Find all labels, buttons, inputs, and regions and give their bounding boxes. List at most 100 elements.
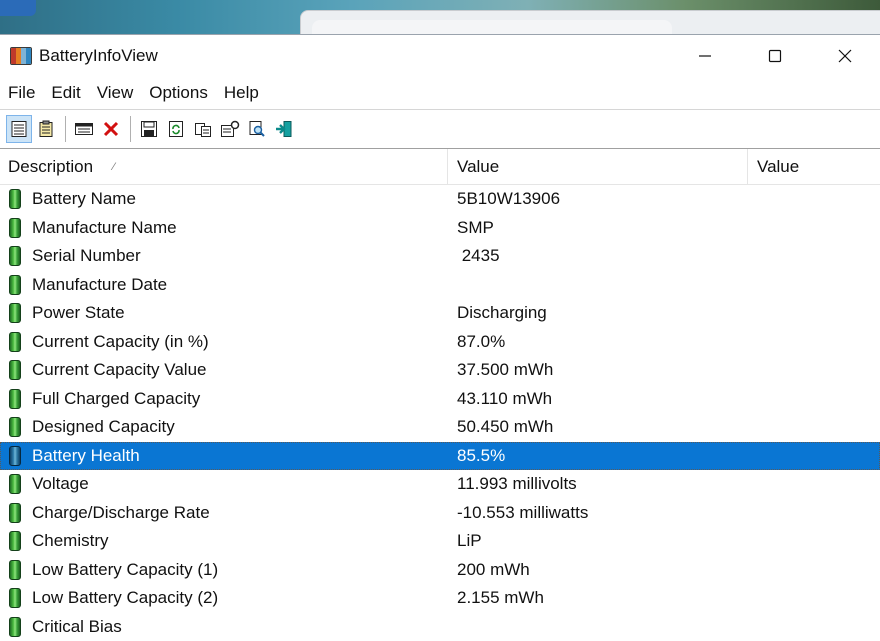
minimize-button[interactable]	[670, 35, 740, 77]
battery-icon	[9, 389, 21, 409]
battery-icon	[9, 446, 21, 466]
battery-icon	[9, 417, 21, 437]
column-header-value-2[interactable]: Value	[748, 149, 880, 184]
description-text: Manufacture Date	[32, 275, 167, 295]
battery-app-icon	[10, 47, 32, 65]
description-cell: Low Battery Capacity (1)	[0, 560, 448, 580]
table-row[interactable]: Manufacture Date	[0, 271, 880, 300]
description-cell: Current Capacity (in %)	[0, 332, 448, 352]
value-cell: 5B10W13906	[448, 189, 748, 209]
toolbar-separator	[130, 116, 131, 142]
toolbar-separator	[65, 116, 66, 142]
refresh-button[interactable]	[163, 115, 189, 143]
battery-icon	[9, 531, 21, 551]
save-icon	[140, 120, 158, 138]
table-row[interactable]: ChemistryLiP	[0, 527, 880, 556]
table-row[interactable]: Manufacture Name SMP	[0, 214, 880, 243]
refresh-icon	[167, 120, 185, 138]
description-cell: Low Battery Capacity (2)	[0, 588, 448, 608]
value-cell: 2435	[448, 246, 748, 266]
exit-icon	[274, 120, 294, 138]
app-window: BatteryInfoView File Edit View Options H…	[0, 34, 880, 640]
description-cell: Battery Health	[0, 446, 448, 466]
battery-icon	[9, 503, 21, 523]
copy-icon	[194, 120, 212, 138]
table-row[interactable]: Voltage 11.993 millivolts	[0, 470, 880, 499]
properties-button[interactable]	[217, 115, 243, 143]
table-row[interactable]: Low Battery Capacity (1)200 mWh	[0, 556, 880, 585]
table-row[interactable]: Serial Number 2435	[0, 242, 880, 271]
close-icon	[837, 48, 853, 64]
menu-help[interactable]: Help	[216, 83, 267, 103]
background-app-icon	[0, 0, 36, 16]
table-row[interactable]: Battery Name 5B10W13906	[0, 185, 880, 214]
columns-icon	[74, 120, 94, 138]
table-row[interactable]: Current Capacity (in %)87.0%	[0, 328, 880, 357]
menu-edit[interactable]: Edit	[43, 83, 88, 103]
column-header-label: Description	[8, 157, 93, 177]
table-row[interactable]: Critical Bias	[0, 613, 880, 641]
toolbar	[0, 109, 880, 149]
description-cell: Manufacture Name	[0, 218, 448, 238]
battery-icon	[9, 218, 21, 238]
battery-icon	[9, 617, 21, 637]
column-header-description[interactable]: Description ⁄	[0, 149, 448, 184]
save-button[interactable]	[136, 115, 162, 143]
description-text: Critical Bias	[32, 617, 122, 637]
table-row[interactable]: Battery Health85.5%	[0, 442, 880, 471]
battery-icon	[9, 189, 21, 209]
column-header-value[interactable]: Value	[448, 149, 748, 184]
find-icon	[248, 120, 266, 138]
columns-button[interactable]	[71, 115, 97, 143]
find-button[interactable]	[244, 115, 270, 143]
table-row[interactable]: Power StateDischarging	[0, 299, 880, 328]
battery-icon	[9, 246, 21, 266]
table-row[interactable]: Current Capacity Value37.500 mWh	[0, 356, 880, 385]
battery-icon	[9, 303, 21, 323]
menu-view[interactable]: View	[89, 83, 142, 103]
value-cell: SMP	[448, 218, 748, 238]
delete-button[interactable]	[98, 115, 124, 143]
description-text: Full Charged Capacity	[32, 389, 200, 409]
description-cell: Battery Name	[0, 189, 448, 209]
title-bar[interactable]: BatteryInfoView	[0, 35, 880, 77]
description-text: Current Capacity (in %)	[32, 332, 209, 352]
value-cell: 50.450 mWh	[448, 417, 748, 437]
description-cell: Manufacture Date	[0, 275, 448, 295]
table-row[interactable]: Low Battery Capacity (2)2.155 mWh	[0, 584, 880, 613]
menu-options[interactable]: Options	[141, 83, 216, 103]
description-text: Battery Name	[32, 189, 136, 209]
description-text: Manufacture Name	[32, 218, 177, 238]
description-text: Chemistry	[32, 531, 109, 551]
description-text: Charge/Discharge Rate	[32, 503, 210, 523]
table-row[interactable]: Designed Capacity 50.450 mWh	[0, 413, 880, 442]
summary-view-button[interactable]	[33, 115, 59, 143]
menu-file[interactable]: File	[0, 83, 43, 103]
description-text: Voltage	[32, 474, 89, 494]
battery-icon	[9, 332, 21, 352]
battery-info-list: Battery Name 5B10W13906 Manufacture Name SM…	[0, 185, 880, 641]
description-cell: Chemistry	[0, 531, 448, 551]
value-cell: 85.5%	[448, 446, 748, 466]
battery-icon	[9, 360, 21, 380]
description-cell: Voltage	[0, 474, 448, 494]
description-text: Low Battery Capacity (1)	[32, 560, 218, 580]
close-button[interactable]	[810, 35, 880, 77]
details-view-button[interactable]	[6, 115, 32, 143]
description-text: Low Battery Capacity (2)	[32, 588, 218, 608]
minimize-icon	[697, 48, 713, 64]
description-cell: Current Capacity Value	[0, 360, 448, 380]
maximize-button[interactable]	[740, 35, 810, 77]
column-header-label: Value	[757, 157, 799, 177]
value-cell: 11.993 millivolts	[448, 474, 748, 494]
exit-button[interactable]	[271, 115, 297, 143]
description-cell: Charge/Discharge Rate	[0, 503, 448, 523]
delete-icon	[102, 120, 120, 138]
column-header-label: Value	[457, 157, 499, 177]
details-view-icon	[10, 120, 28, 138]
copy-button[interactable]	[190, 115, 216, 143]
table-row[interactable]: Charge/Discharge Rate-10.553 milliwatts	[0, 499, 880, 528]
battery-icon	[9, 474, 21, 494]
table-row[interactable]: Full Charged Capacity43.110 mWh	[0, 385, 880, 414]
description-text: Designed Capacity	[32, 417, 175, 437]
